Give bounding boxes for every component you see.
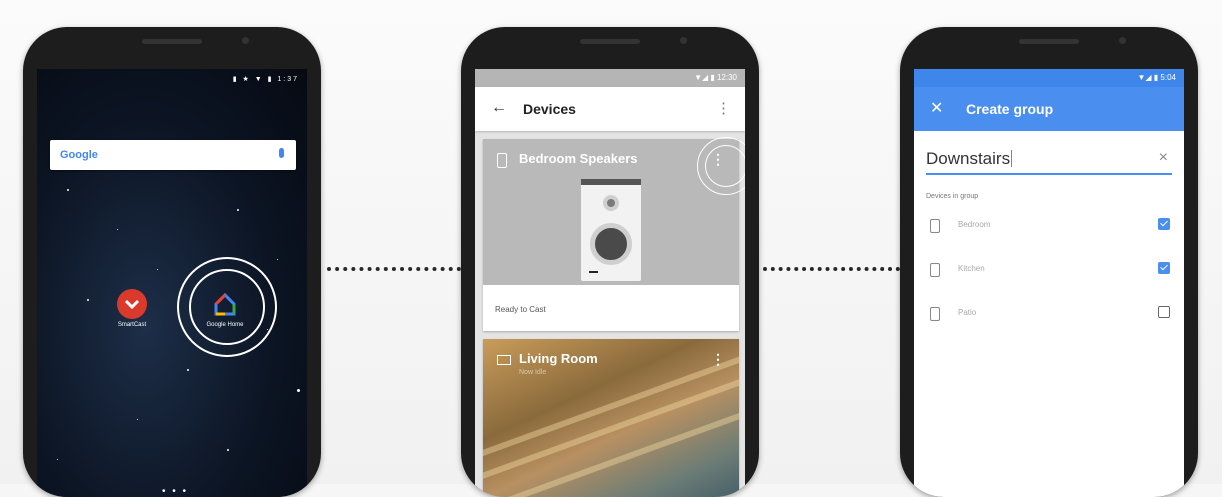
status-bar: ▼◢ ▮ 5:04	[914, 69, 1184, 87]
phone-speaker-grille	[142, 39, 202, 44]
device-label: Bedroom	[958, 220, 991, 229]
phone-home-screen: ▮ ★ ▼ ▮ 1:37 Google SmartCast Google Hom…	[23, 27, 321, 497]
device-card-living-room[interactable]: Living Room Now Idle ⋮	[483, 339, 739, 497]
phone-speaker-grille	[1019, 39, 1079, 44]
checkbox-checked[interactable]	[1158, 262, 1170, 274]
device-status: Ready to Cast	[495, 305, 546, 314]
more-vert-icon[interactable]: ⋮	[716, 99, 731, 117]
checkbox-checked[interactable]	[1158, 218, 1170, 230]
highlight-ring-inner	[705, 145, 745, 187]
connector-dots-left	[327, 267, 461, 271]
page-title: Create group	[966, 101, 1054, 117]
create-group-screen: ▼◢ ▮ 5:04 ✕ Create group Downstairs × De…	[914, 69, 1184, 497]
phone-camera	[242, 37, 249, 44]
speaker-icon	[930, 307, 940, 321]
device-name: Bedroom Speakers	[519, 151, 638, 166]
more-vert-icon[interactable]: ⋮	[711, 351, 725, 368]
phone-speaker-grille	[580, 39, 640, 44]
status-text: ▼◢ ▮ 5:04	[1137, 73, 1177, 82]
app-label: Google Home	[206, 322, 244, 328]
tv-icon	[497, 355, 511, 365]
device-name: Living Room	[519, 351, 598, 366]
status-text: ▼◢ ▮ 12:30	[694, 73, 737, 82]
device-card-bedroom-speakers[interactable]: Bedroom Speakers ⋮ Ready to Cast	[483, 137, 745, 331]
speaker-icon	[930, 263, 940, 277]
app-bar: ✕ Create group	[914, 87, 1184, 131]
phone-create-group-screen: ▼◢ ▮ 5:04 ✕ Create group Downstairs × De…	[900, 27, 1198, 497]
status-bar: ▮ ★ ▼ ▮ 1:37	[232, 76, 299, 83]
app-smartcast[interactable]: SmartCast	[107, 289, 157, 328]
devices-screen: ▼◢ ▮ 12:30 ← Devices ⋮ Bedroom Speakers …	[475, 69, 745, 497]
device-subtitle: Now Idle	[519, 369, 547, 376]
phone-devices-screen: ▼◢ ▮ 12:30 ← Devices ⋮ Bedroom Speakers …	[461, 27, 759, 497]
device-label: Kitchen	[958, 264, 985, 273]
group-name-field[interactable]: Downstairs ×	[926, 145, 1172, 175]
group-name-value: Downstairs	[926, 149, 1013, 169]
tutorial-canvas: ▮ ★ ▼ ▮ 1:37 Google SmartCast Google Hom…	[0, 0, 1222, 497]
speaker-icon	[930, 219, 940, 233]
arrow-left-icon[interactable]: ←	[491, 99, 507, 117]
close-icon[interactable]: ✕	[930, 98, 943, 118]
app-google-home[interactable]: Google Home	[200, 289, 250, 328]
phone-camera	[1119, 37, 1126, 44]
phone-camera	[680, 37, 687, 44]
app-bar: ← Devices ⋮	[475, 87, 745, 131]
group-name-text: Downstairs	[926, 149, 1011, 168]
app-label: SmartCast	[117, 322, 147, 328]
checkbox-unchecked[interactable]	[1158, 306, 1170, 318]
status-bar: ▼◢ ▮ 12:30	[475, 69, 745, 87]
mic-icon[interactable]	[279, 148, 284, 158]
device-row-bedroom[interactable]: Bedroom	[926, 215, 1172, 239]
device-label: Patio	[958, 308, 977, 317]
smartcast-icon	[117, 289, 147, 319]
page-title: Devices	[523, 101, 576, 117]
connector-dots-right	[763, 267, 900, 271]
device-row-patio[interactable]: Patio	[926, 303, 1172, 327]
google-home-icon	[210, 289, 240, 319]
section-label: Devices in group	[926, 193, 979, 200]
home-screen: ▮ ★ ▼ ▮ 1:37 Google SmartCast Google Hom…	[37, 69, 307, 497]
clear-icon[interactable]: ×	[1159, 149, 1168, 167]
card-hero: Bedroom Speakers ⋮	[483, 137, 745, 285]
google-search-bar[interactable]: Google	[50, 140, 296, 170]
page-indicator: • • •	[162, 486, 189, 497]
speaker-icon	[497, 153, 507, 168]
device-row-kitchen[interactable]: Kitchen	[926, 259, 1172, 283]
google-logo: Google	[60, 149, 98, 161]
speaker-illustration	[581, 179, 641, 281]
